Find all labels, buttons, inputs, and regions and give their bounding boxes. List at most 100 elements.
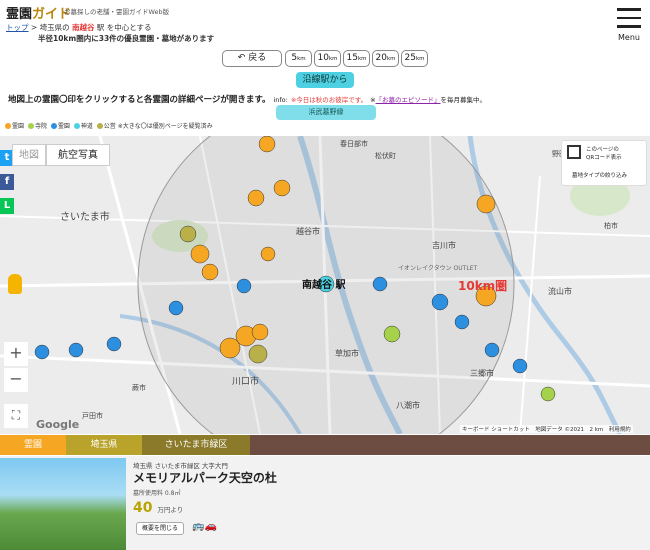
temple-marker[interactable] <box>383 325 401 343</box>
tab-aerial[interactable]: 航空写真 <box>46 144 110 166</box>
street-view-pegman-icon[interactable] <box>8 274 22 294</box>
cemetery-marker[interactable] <box>260 246 276 262</box>
cemetery-marker[interactable] <box>247 189 265 207</box>
breadcrumb-prefecture: 埼玉県の <box>39 23 70 32</box>
distance-unit: km <box>415 56 425 62</box>
facebook-share-icon[interactable]: f <box>0 174 14 190</box>
distance-unit: km <box>386 56 396 62</box>
temple-marker[interactable] <box>540 386 556 402</box>
park-marker[interactable] <box>168 300 184 316</box>
radius-label: 10km圏 <box>458 279 507 293</box>
cemetery-marker[interactable] <box>258 136 276 153</box>
park-marker[interactable] <box>106 336 122 352</box>
legend-note: ※大きな〇は優別ページを疑覧済み <box>117 123 213 130</box>
tab-prefecture[interactable]: 埼玉県 <box>66 435 142 455</box>
legend-label: 寺院 <box>34 123 47 130</box>
city-label-yashio: 八潮市 <box>396 400 420 410</box>
cemetery-name[interactable]: メモリアルパーク天空の杜 <box>133 469 277 486</box>
park-marker[interactable] <box>68 342 84 358</box>
cemetery-marker[interactable] <box>219 337 241 359</box>
zoom-out-button[interactable]: − <box>4 368 28 392</box>
park-marker[interactable] <box>484 342 500 358</box>
public-marker[interactable] <box>248 344 268 364</box>
legend-label: 霊園 <box>57 123 70 130</box>
qr-title: このページの <box>586 147 619 153</box>
distance-20km-button[interactable]: 20km <box>372 50 399 67</box>
breadcrumb-station: 南越谷 <box>71 23 95 32</box>
cemetery-marker[interactable] <box>273 179 291 197</box>
cemetery-marker[interactable] <box>251 323 269 341</box>
legend-label: 霊園 <box>12 123 25 130</box>
back-button[interactable]: ↶ 戻る <box>222 50 282 67</box>
center-filter-button[interactable]: 浜武墓野縁 <box>276 105 376 120</box>
poi-label-outlet: イオンレイクタウン OUTLET <box>398 264 477 272</box>
close-summary-button[interactable]: 概要を閉じる <box>136 522 184 535</box>
distance-value: 20 <box>375 53 387 63</box>
center-station-label: 南越谷 駅 <box>302 278 346 291</box>
distance-10km-button[interactable]: 10km <box>314 50 341 67</box>
distance-value: 10 <box>317 53 329 63</box>
qr-panel[interactable]: このページの QRコード表示 墓地タイプの絞り込み <box>561 140 647 186</box>
city-label-kawaguchi: 川口市 <box>232 375 259 387</box>
info-line: 地図上の霊園〇印をクリックすると各霊園の詳細ページが開きます。 info: ※今… <box>8 93 486 105</box>
distance-value: 25 <box>404 53 416 63</box>
cemetery-marker[interactable] <box>476 194 496 214</box>
distance-5km-button[interactable]: 5km <box>285 50 312 67</box>
episode-link[interactable]: 「お墓のエピソード」 <box>376 96 441 104</box>
legend-dot-park <box>50 123 57 129</box>
price-value: 40 <box>133 500 153 516</box>
fullscreen-icon[interactable]: ⛶ <box>4 404 28 428</box>
city-label-misato: 三郷市 <box>470 368 494 378</box>
distance-value: 15 <box>346 53 358 63</box>
site-logo[interactable]: 霊園ガイド <box>6 3 71 22</box>
park-marker[interactable] <box>372 276 388 292</box>
legend-dot-shinto <box>73 123 80 129</box>
legend-label: 神道 <box>80 123 93 130</box>
city-label-kashiwa: 柏市 <box>604 221 618 230</box>
city-label-warabi: 蕨市 <box>132 383 146 392</box>
city-label-matsubushi: 松伏町 <box>375 151 396 160</box>
line-share-icon[interactable]: L <box>0 198 14 214</box>
tab-cemetery[interactable]: 霊園 <box>0 435 66 455</box>
cemetery-marker[interactable] <box>190 244 210 264</box>
park-marker[interactable] <box>236 278 252 294</box>
tab-ward[interactable]: さいたま市緑区 <box>142 435 250 455</box>
park-marker[interactable] <box>454 314 470 330</box>
menu-icon-bar <box>617 25 641 28</box>
distance-unit: km <box>357 56 367 62</box>
distance-unit: km <box>328 56 338 62</box>
park-marker[interactable] <box>431 293 449 311</box>
menu-button[interactable]: Menu <box>614 8 644 42</box>
menu-icon-bar <box>617 8 641 11</box>
map-legend: 霊園 寺院 霊園 神道 公営 ※大きな〇は優別ページを疑覧済み <box>3 121 213 130</box>
qr-subtitle: QRコード表示 <box>586 155 622 161</box>
tab-bar-filler <box>250 435 650 455</box>
cemetery-photo[interactable] <box>0 458 126 550</box>
zoom-in-button[interactable]: + <box>4 342 28 366</box>
city-label-saitama: さいたま市 <box>60 210 110 223</box>
logo-text-part1: 霊園 <box>6 7 33 22</box>
map-canvas[interactable]: さいたま市 川口市 越谷市 草加市 八潮市 三郷市 流山市 春日部市 松伏町 吉… <box>0 136 650 434</box>
distance-25km-button[interactable]: 25km <box>401 50 428 67</box>
park-marker[interactable] <box>512 358 528 374</box>
cemetery-plot-info: 墓所使用料 0.8㎡ <box>133 490 181 497</box>
info-red-notice: ※今日は秋のお彼岸です。 <box>290 96 368 104</box>
breadcrumb-suffix: 駅 を中心とする <box>96 23 152 32</box>
distance-15km-button[interactable]: 15km <box>343 50 370 67</box>
cemetery-marker[interactable] <box>201 263 219 281</box>
public-marker[interactable] <box>179 225 197 243</box>
legend-label: 公営 <box>103 123 116 130</box>
city-label-toda: 戸田市 <box>82 411 103 420</box>
cemetery-price: 40 万円より <box>133 500 183 516</box>
park-marker[interactable] <box>34 344 50 360</box>
breadcrumb-separator: > <box>30 23 38 32</box>
legend-dot-temple <box>27 123 34 129</box>
city-label-koshigaya: 越谷市 <box>296 226 320 236</box>
tab-map[interactable]: 地図 <box>12 144 46 166</box>
breadcrumb-home-link[interactable]: トップ <box>6 23 29 32</box>
info-main-text: 地図上の霊園〇印をクリックすると各霊園の詳細ページが開きます。 <box>8 95 271 105</box>
back-button-label: 戻る <box>248 53 267 63</box>
route-station-button[interactable]: 沿線駅から <box>296 72 354 88</box>
map-type-filter[interactable]: 墓地タイプの絞り込み <box>572 171 627 179</box>
transport-icons: 🚌🚗 <box>192 521 217 532</box>
